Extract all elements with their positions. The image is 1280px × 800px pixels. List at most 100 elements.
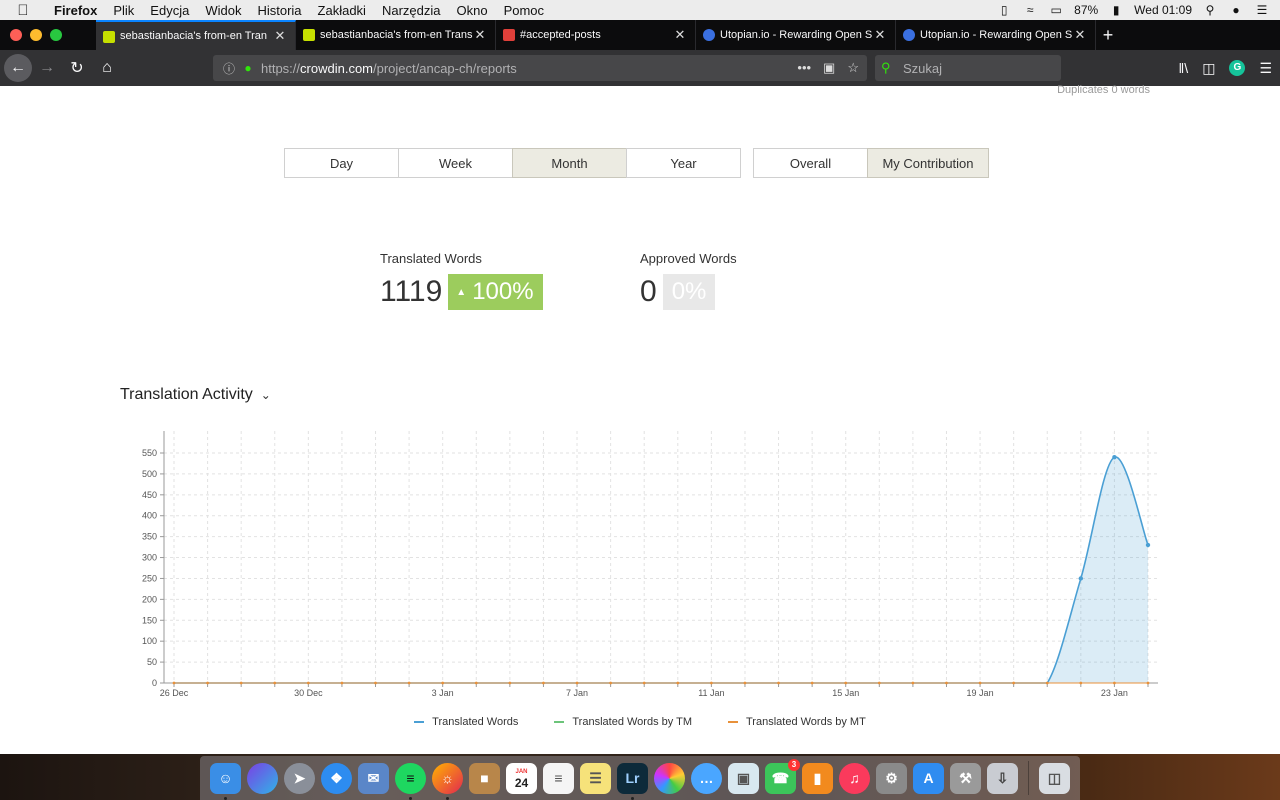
minimize-window-button[interactable] bbox=[30, 29, 42, 41]
inbox-icon[interactable]: ▯ bbox=[996, 4, 1012, 16]
window-controls bbox=[0, 20, 96, 50]
y-tick-label: 450 bbox=[142, 490, 157, 500]
y-tick-label: 100 bbox=[142, 636, 157, 646]
tab-close-icon[interactable]: ✕ bbox=[473, 27, 487, 43]
lock-icon: ● bbox=[244, 61, 252, 75]
facetime-badge: 3 bbox=[788, 758, 800, 771]
launchpad-icon[interactable]: ➤ bbox=[284, 762, 315, 794]
battery-icon[interactable]: ▮ bbox=[1108, 4, 1124, 16]
data-point bbox=[542, 681, 545, 685]
facetime-icon[interactable]: ☎ 3 bbox=[765, 758, 800, 794]
tab-close-icon[interactable]: ✕ bbox=[873, 27, 887, 43]
menu-edycja[interactable]: Edycja bbox=[142, 3, 197, 18]
home-icon[interactable]: ⌂ bbox=[92, 53, 122, 83]
notification-center-icon[interactable]: ☰ bbox=[1254, 4, 1270, 16]
safari-icon[interactable]: ❖ bbox=[321, 762, 352, 794]
tab-close-icon[interactable]: ✕ bbox=[673, 27, 687, 43]
airplay-icon[interactable]: ▭ bbox=[1048, 4, 1064, 16]
itunes-icon[interactable]: ♫ bbox=[839, 762, 870, 794]
period-month-button[interactable]: Month bbox=[512, 148, 627, 178]
apple-menu-icon[interactable]:  bbox=[0, 2, 46, 19]
zoom-window-button[interactable] bbox=[50, 29, 62, 41]
tab-close-icon[interactable]: ✕ bbox=[273, 28, 287, 44]
url-text[interactable]: https://crowdin.com/project/ancap-ch/rep… bbox=[257, 61, 797, 76]
search-icon: ⚲ bbox=[881, 60, 891, 75]
menu-app-name[interactable]: Firefox bbox=[46, 3, 105, 18]
menu-narzedzia[interactable]: Narzędzia bbox=[374, 3, 449, 18]
chevron-down-icon[interactable]: ⌄ bbox=[261, 388, 271, 402]
bookmark-star-icon[interactable]: ☆ bbox=[847, 60, 859, 76]
translation-activity-heading[interactable]: Translation Activity ⌄ bbox=[120, 386, 271, 404]
firefox-icon[interactable]: ☼ bbox=[432, 762, 463, 800]
menu-okno[interactable]: Okno bbox=[448, 3, 495, 18]
scope-overall-button[interactable]: Overall bbox=[753, 148, 868, 178]
new-tab-icon[interactable]: + bbox=[1096, 25, 1120, 46]
spotlight-search-icon[interactable]: ⚲ bbox=[1202, 4, 1218, 16]
menu-plik[interactable]: Plik bbox=[105, 3, 142, 18]
clock[interactable]: Wed 01:09 bbox=[1134, 3, 1192, 17]
downloads-icon[interactable]: ⇩ bbox=[987, 762, 1018, 794]
search-bar[interactable]: ⚲ Szukaj bbox=[875, 55, 1061, 81]
menu-pomoc[interactable]: Pomoc bbox=[496, 3, 552, 18]
photos-icon[interactable] bbox=[654, 762, 685, 794]
legend-item[interactable]: Translated Words by TM bbox=[554, 716, 692, 728]
scope-my-contribution-button[interactable]: My Contribution bbox=[867, 148, 989, 178]
translated-change-value: 100% bbox=[472, 278, 534, 305]
tab-utopian-2[interactable]: Utopian.io - Rewarding Open S ✕ bbox=[896, 20, 1096, 50]
system-preferences-icon[interactable]: ⚙ bbox=[876, 762, 907, 794]
tab-close-icon[interactable]: ✕ bbox=[1073, 27, 1087, 43]
data-point bbox=[1145, 542, 1151, 548]
calendar-icon[interactable]: JAN 24 bbox=[506, 762, 537, 794]
reload-icon[interactable]: ↻ bbox=[62, 53, 92, 83]
tab-crowdin-2[interactable]: sebastianbacia's from-en Trans ✕ bbox=[296, 20, 496, 50]
y-tick-label: 400 bbox=[142, 511, 157, 521]
legend-label: Translated Words by TM bbox=[572, 716, 692, 728]
siri-icon[interactable]: ● bbox=[1228, 4, 1244, 16]
data-point bbox=[1012, 681, 1016, 685]
wifi-icon[interactable]: ≈ bbox=[1022, 4, 1038, 16]
site-info-icon[interactable]: ⓘ bbox=[219, 60, 239, 77]
data-point bbox=[1112, 454, 1117, 460]
finder-icon[interactable]: ☺ bbox=[210, 762, 241, 800]
x-tick-label: 26 Dec bbox=[160, 688, 189, 696]
period-week-button[interactable]: Week bbox=[398, 148, 513, 178]
preview-icon[interactable]: ✉ bbox=[358, 762, 389, 794]
siri-icon[interactable] bbox=[247, 762, 278, 794]
ibooks-icon[interactable]: ▮ bbox=[802, 762, 833, 794]
tab-utopian-1[interactable]: Utopian.io - Rewarding Open S ✕ bbox=[696, 20, 896, 50]
trash-icon[interactable]: ◫ bbox=[1039, 762, 1070, 794]
photo-booth-icon[interactable]: ▣ bbox=[728, 762, 759, 794]
period-day-button[interactable]: Day bbox=[284, 148, 399, 178]
notes-icon[interactable]: ☰ bbox=[580, 762, 611, 794]
app-store-icon[interactable]: A bbox=[913, 762, 944, 794]
navigation-toolbar: ← → ↻ ⌂ ⓘ ● https://crowdin.com/project/… bbox=[0, 50, 1280, 86]
approved-change-value: 0% bbox=[671, 278, 707, 305]
tab-accepted-posts[interactable]: #accepted-posts ✕ bbox=[496, 20, 696, 50]
url-bar[interactable]: ⓘ ● https://crowdin.com/project/ancap-ch… bbox=[213, 55, 867, 81]
menu-historia[interactable]: Historia bbox=[249, 3, 309, 18]
data-point bbox=[306, 681, 310, 685]
menu-widok[interactable]: Widok bbox=[197, 3, 249, 18]
tab-crowdin-1[interactable]: sebastianbacia's from-en Tran ✕ bbox=[96, 20, 296, 50]
contacts-icon[interactable]: ■ bbox=[469, 762, 500, 794]
library-icon[interactable]: ‖\ bbox=[1179, 60, 1189, 76]
sidebar-icon[interactable]: ◫ bbox=[1202, 60, 1215, 77]
period-year-button[interactable]: Year bbox=[626, 148, 741, 178]
close-window-button[interactable] bbox=[10, 29, 22, 41]
hamburger-menu-icon[interactable]: ☰ bbox=[1259, 60, 1272, 77]
forward-icon[interactable]: → bbox=[32, 53, 62, 83]
messages-icon[interactable]: … bbox=[691, 762, 722, 794]
pocket-icon[interactable]: ▣ bbox=[823, 60, 835, 76]
grammarly-icon[interactable]: G bbox=[1229, 60, 1246, 76]
menu-zakladki[interactable]: Zakładki bbox=[310, 3, 374, 18]
search-placeholder: Szukaj bbox=[903, 60, 943, 76]
page-actions-icon[interactable]: ••• bbox=[797, 60, 811, 76]
legend-item[interactable]: Translated Words by MT bbox=[728, 716, 866, 728]
spotify-icon[interactable]: ≡ bbox=[395, 762, 426, 800]
legend-item[interactable]: Translated Words bbox=[414, 716, 518, 728]
lightroom-icon[interactable]: Lr bbox=[617, 762, 648, 800]
utilities-icon[interactable]: ⚒ bbox=[950, 762, 981, 794]
back-icon[interactable]: ← bbox=[4, 54, 32, 82]
url-prefix: https:// bbox=[261, 60, 301, 76]
reminders-icon[interactable]: ≡ bbox=[543, 762, 574, 794]
